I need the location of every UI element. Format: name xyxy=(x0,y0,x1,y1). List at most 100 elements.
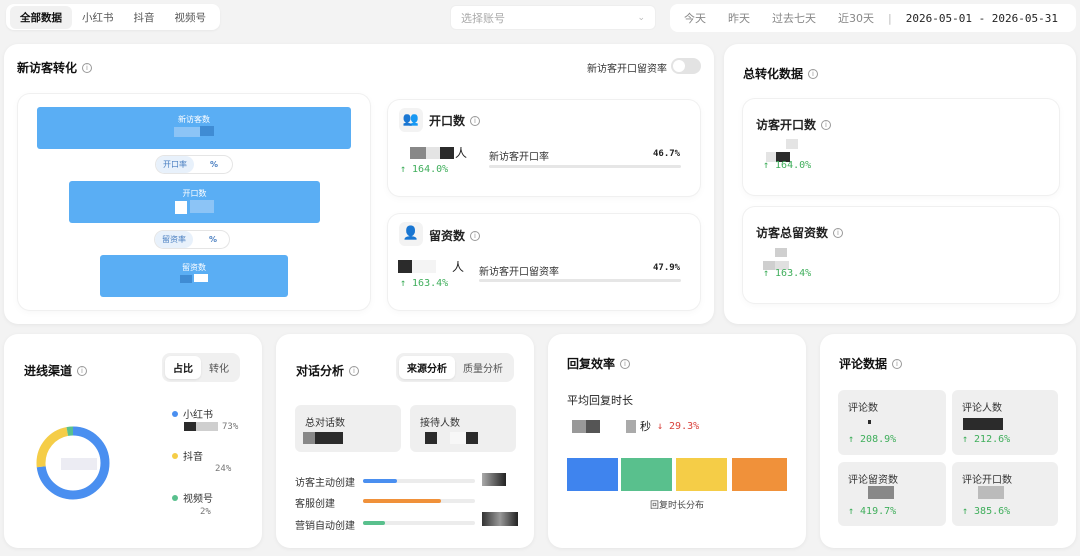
lead-count-card: 👤 留资数 i 人 ↑ 163.4% 新访客开口留资率 47.9% xyxy=(388,214,700,310)
legend-item-shipinhao: 视频号 xyxy=(172,490,213,505)
redacted-value xyxy=(775,247,787,257)
open-count-card: 👥 开口数 i 人 ↑ 164.0% 新访客开口率 46.7% xyxy=(388,100,700,196)
bar-fill xyxy=(363,499,442,503)
top-bar: 全部数据 小红书 抖音 视频号 选择账号 ⌄ 今天 昨天 过去七天 近30天 |… xyxy=(0,0,1080,36)
rate-value: 47.9% xyxy=(653,263,681,273)
rate-track xyxy=(489,165,681,168)
chevron-down-icon: ⌄ xyxy=(637,12,645,23)
lead-count-label: 留资数 xyxy=(429,229,466,243)
info-icon[interactable]: i xyxy=(77,365,88,376)
rate-value: 46.7% xyxy=(653,149,681,159)
info-icon[interactable]: i xyxy=(892,358,903,369)
rate-label: 新访客开口率 xyxy=(489,152,549,163)
tab-douyin[interactable]: 抖音 xyxy=(124,6,165,29)
unit-label: 人 xyxy=(455,146,468,160)
box-growth: ↑ 212.6% xyxy=(962,434,1011,445)
funnel-stage-lead: 留资数 xyxy=(100,255,288,297)
redacted-value xyxy=(200,126,214,136)
card-title: 评论数据 i xyxy=(839,355,903,372)
info-icon[interactable]: i xyxy=(470,115,481,126)
date-last-7[interactable]: 过去七天 xyxy=(772,10,816,26)
visitor-open-growth: ↑ 164.0% xyxy=(763,160,812,171)
info-icon[interactable]: i xyxy=(833,227,844,238)
dist-label: 回复时长分布 xyxy=(649,501,704,511)
visitor-open-label: 访客开口数 xyxy=(756,118,817,132)
date-last-30[interactable]: 近30天 xyxy=(838,10,874,26)
card-title: 进线渠道 i xyxy=(24,362,88,379)
info-icon[interactable]: i xyxy=(620,358,631,369)
info-icon[interactable]: i xyxy=(821,119,832,130)
total-title: 总转化数据 xyxy=(743,67,804,81)
tab-shipinhao[interactable]: 视频号 xyxy=(165,6,217,29)
seg-source[interactable]: 来源分析 xyxy=(399,356,455,379)
redacted-value xyxy=(175,201,188,214)
dist-seg-2 xyxy=(621,458,672,491)
info-icon[interactable]: i xyxy=(349,365,360,376)
lead-count-value: 人 xyxy=(398,258,464,275)
box-label: 评论数 xyxy=(848,403,878,414)
avg-reply-label: 平均回复时长 xyxy=(567,394,633,407)
dist-seg-1 xyxy=(567,458,618,491)
seg-quality[interactable]: 质量分析 xyxy=(455,356,511,379)
seg-share[interactable]: 占比 xyxy=(165,356,201,379)
total-dialog-box: 总对话数 xyxy=(295,405,401,452)
card-title: 总转化数据 i xyxy=(743,65,819,82)
new-visitor-title: 新访客转化 xyxy=(17,61,78,75)
tab-all[interactable]: 全部数据 xyxy=(10,5,72,29)
date-today[interactable]: 今天 xyxy=(684,10,706,26)
redacted-value xyxy=(174,127,200,137)
redacted-value xyxy=(398,260,412,273)
redacted-value xyxy=(303,432,315,444)
dist-seg-4 xyxy=(732,458,787,491)
avg-reply-value: 秒 ↓ 29.3% xyxy=(572,418,699,434)
user-check-icon: 👤 xyxy=(399,222,423,246)
redacted-value xyxy=(425,432,437,444)
redacted-value xyxy=(184,422,196,431)
account-select[interactable]: 选择账号 ⌄ xyxy=(450,5,656,30)
info-icon[interactable]: i xyxy=(470,230,481,241)
seg-conversion[interactable]: 转化 xyxy=(201,356,237,379)
date-range[interactable]: 2026-05-01 - 2026-05-31 xyxy=(906,12,1058,25)
comment-open-box: 评论开口数 ↑ 385.6% xyxy=(952,462,1058,526)
redacted-value xyxy=(978,486,1004,499)
redacted-value xyxy=(626,419,636,433)
card-title: 新访客转化 i xyxy=(17,59,93,76)
reception-label: 接待人数 xyxy=(420,418,460,429)
total-conversion-card: 总转化数据 i 访客开口数 i ↑ 164.0% 访客总留资数 i ↑ 163.… xyxy=(724,44,1076,324)
toggle-switch[interactable] xyxy=(671,58,701,74)
pill-label: 开口率 xyxy=(156,156,194,173)
visitor-lead-title: 访客总留资数 i xyxy=(756,224,844,241)
date-yesterday[interactable]: 昨天 xyxy=(728,10,750,26)
visitor-open-card: 访客开口数 i ↑ 164.0% xyxy=(743,99,1059,195)
redacted-value xyxy=(189,200,214,213)
bar-fill xyxy=(363,521,386,525)
redacted-value xyxy=(786,139,798,149)
box-label: 评论留资数 xyxy=(848,475,898,486)
redacted-value xyxy=(482,473,506,486)
funnel-stage-label: 新访客数 xyxy=(178,115,210,124)
info-icon[interactable]: i xyxy=(82,62,93,73)
card-title: 回复效率 i xyxy=(567,355,631,372)
account-select-placeholder: 选择账号 xyxy=(461,11,505,25)
unit-label: 人 xyxy=(452,260,465,274)
open-count-title: 开口数 i xyxy=(429,112,481,129)
redacted-value xyxy=(426,146,440,159)
rate-track xyxy=(479,279,681,282)
legend-label: 视频号 xyxy=(183,494,213,505)
tab-xiaohongshu[interactable]: 小红书 xyxy=(72,6,124,29)
info-icon[interactable]: i xyxy=(808,68,819,79)
avg-reply-change: ↓ 29.3% xyxy=(657,420,700,432)
reply-title: 回复效率 xyxy=(567,357,616,371)
total-dialog-label: 总对话数 xyxy=(305,418,345,429)
redacted-value xyxy=(412,260,436,273)
redacted-value xyxy=(963,418,1003,430)
funnel-stage-label: 开口数 xyxy=(182,189,207,198)
channel-title: 进线渠道 xyxy=(24,364,73,378)
dialog-card: 对话分析 i 来源分析 质量分析 总对话数 接待人数 访客主动创建 客服创建 营… xyxy=(276,334,534,548)
date-filter: 今天 昨天 过去七天 近30天 | 2026-05-01 - 2026-05-3… xyxy=(670,4,1076,32)
channel-segment: 占比 转化 xyxy=(162,353,240,382)
box-label: 评论开口数 xyxy=(962,475,1012,486)
pill-value: % xyxy=(209,235,218,244)
visitor-lead-card: 访客总留资数 i ↑ 163.4% xyxy=(743,207,1059,303)
comment-lead-box: 评论留资数 ↑ 419.7% xyxy=(838,462,946,526)
